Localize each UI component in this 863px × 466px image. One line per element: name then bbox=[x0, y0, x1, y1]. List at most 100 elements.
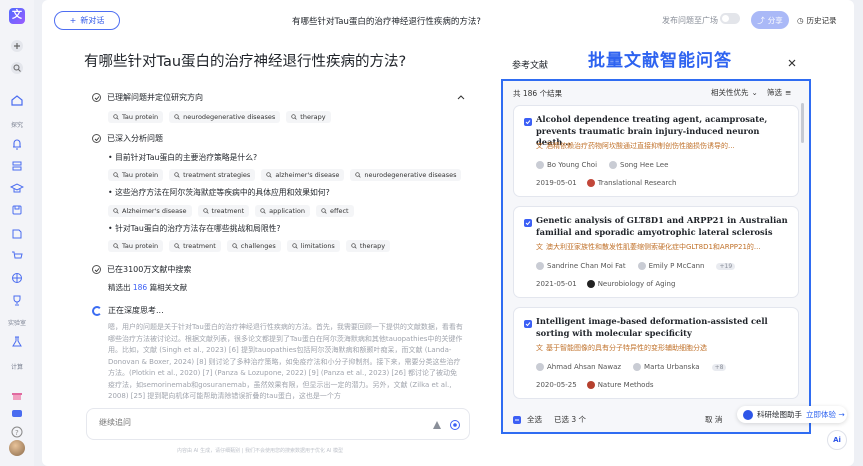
author-name: Emily P McCann bbox=[648, 262, 705, 270]
graduation-icon[interactable] bbox=[9, 180, 25, 196]
keyword-tag[interactable]: challenges bbox=[226, 240, 281, 252]
tag-text: challenges bbox=[240, 242, 276, 250]
keyword-tag[interactable]: treatment bbox=[169, 240, 221, 252]
cart-icon[interactable] bbox=[9, 248, 25, 264]
avatar[interactable] bbox=[9, 440, 25, 456]
globe-icon[interactable] bbox=[9, 270, 25, 286]
tag-text: limitations bbox=[300, 242, 335, 250]
drawing-assistant-popup[interactable]: 科研绘图助手 立即体验 → bbox=[737, 406, 847, 423]
keyword-tag[interactable]: neurodegenerative diseases bbox=[350, 169, 462, 181]
tag-text: Tau protein bbox=[122, 171, 159, 179]
cancel-button[interactable]: 取 消 bbox=[705, 414, 722, 425]
try-now-link[interactable]: 立即体验 → bbox=[806, 409, 845, 420]
more-authors-badge[interactable]: +8 bbox=[711, 363, 727, 371]
translation-text: 澳大利亚家族性和散发性肌萎缩侧索硬化症中GLT8D1和ARPP21的... bbox=[546, 243, 761, 251]
keyword-tag[interactable]: Tau protein bbox=[108, 169, 164, 181]
ai-assistant-button[interactable]: Ai bbox=[827, 430, 847, 450]
pub-date: 2019-05-01 bbox=[536, 179, 577, 187]
checkbox[interactable] bbox=[524, 118, 532, 126]
flask-icon[interactable] bbox=[9, 334, 25, 350]
author-name: Ahmad Ahsan Nawaz bbox=[547, 363, 622, 371]
selected-count: 精选出 186 篇相关文献 bbox=[108, 282, 187, 293]
stat-number[interactable]: 186 bbox=[133, 283, 147, 292]
tag-text: application bbox=[269, 207, 305, 215]
followup-input[interactable] bbox=[99, 418, 399, 427]
step-searched: 已在3100万文献中搜索 bbox=[92, 264, 191, 275]
checkbox[interactable] bbox=[524, 219, 532, 227]
tag-text: Tau protein bbox=[122, 113, 159, 121]
filter-button[interactable]: 筛选 ≡ bbox=[767, 87, 791, 98]
share-button[interactable]: ⤴ 分享 bbox=[751, 11, 789, 29]
reference-title[interactable]: Intelligent image-based deformation-assi… bbox=[536, 316, 788, 339]
tag-text: effect bbox=[330, 207, 349, 215]
references-panel: 共 186 个结果 相关性优先 ⌄ 筛选 ≡ Alcohol dependenc… bbox=[501, 79, 811, 434]
user-icon bbox=[633, 363, 642, 371]
stat-prefix: 精选出 bbox=[108, 283, 131, 292]
select-all-checkbox[interactable] bbox=[513, 415, 521, 424]
user-icon bbox=[609, 161, 618, 169]
author-name: Bo Young Choi bbox=[547, 161, 598, 169]
keyword-tag[interactable]: treatment bbox=[197, 205, 250, 217]
search-icon[interactable] bbox=[9, 60, 25, 76]
keyword-tag[interactable]: treatment strategies bbox=[169, 169, 256, 181]
target-icon[interactable] bbox=[449, 419, 461, 431]
keyword-tag[interactable]: therapy bbox=[286, 111, 331, 123]
rail-label-lab: 实验室 bbox=[7, 320, 26, 327]
save-icon[interactable] bbox=[9, 202, 25, 218]
book-icon[interactable] bbox=[9, 226, 25, 242]
translate-icon: 文 bbox=[536, 344, 543, 352]
keyword-tag[interactable]: alzheimer's disease bbox=[261, 169, 345, 181]
step-label: 已在3100万文献中搜索 bbox=[107, 265, 192, 274]
help-icon[interactable]: ? bbox=[9, 424, 25, 440]
meta-row: 2020-05-25 Nature Methods bbox=[536, 381, 654, 389]
keyword-tag[interactable]: limitations bbox=[286, 240, 340, 252]
journal-name: Translational Research bbox=[597, 179, 677, 187]
reference-card[interactable]: Genetic analysis of GLT8D1 and ARPP21 in… bbox=[513, 206, 799, 298]
app-logo[interactable]: 文 bbox=[9, 8, 25, 24]
result-count: 共 186 个结果 bbox=[513, 89, 563, 98]
keyword-tag[interactable]: therapy bbox=[345, 240, 391, 252]
keyword-tag[interactable]: Tau protein bbox=[108, 111, 164, 123]
trophy-icon[interactable] bbox=[9, 292, 25, 308]
svg-text:?: ? bbox=[15, 429, 19, 437]
more-authors-badge[interactable]: +19 bbox=[716, 262, 736, 270]
reference-card[interactable]: Alcohol dependence treating agent, acamp… bbox=[513, 105, 799, 197]
gift-icon[interactable] bbox=[9, 388, 25, 404]
chat-icon[interactable] bbox=[9, 406, 25, 422]
plus-icon: + bbox=[69, 16, 77, 25]
sort-dropdown[interactable]: 相关性优先 ⌄ bbox=[711, 87, 758, 98]
user-icon bbox=[637, 262, 646, 270]
keyword-tag[interactable]: effect bbox=[316, 205, 354, 217]
share-icon: ⤴ bbox=[757, 15, 765, 25]
bell-icon[interactable] bbox=[9, 136, 25, 152]
keyword-tag[interactable]: Alzheimer's disease bbox=[108, 205, 192, 217]
journal-icon bbox=[586, 179, 595, 187]
reference-card[interactable]: Intelligent image-based deformation-assi… bbox=[513, 307, 799, 399]
publish-toggle[interactable] bbox=[720, 13, 740, 24]
translation-text: 基于智能图像的具有分子特异性的变形辅助细胞分选 bbox=[546, 344, 707, 352]
history-button[interactable]: ◷ 历史记录 bbox=[797, 15, 837, 26]
author-row: Bo Young Choi Song Hee Lee bbox=[536, 161, 668, 169]
assistant-label: 科研绘图助手 bbox=[757, 410, 802, 419]
checkbox[interactable] bbox=[524, 320, 532, 328]
select-all-label[interactable]: 全选 bbox=[527, 414, 542, 425]
chevron-up-icon[interactable] bbox=[456, 93, 466, 103]
keyword-tag[interactable]: neurodegenerative diseases bbox=[169, 111, 281, 123]
author-name: Sandrine Chan Moi Fat bbox=[547, 262, 626, 270]
home-icon[interactable] bbox=[9, 92, 25, 108]
close-icon[interactable] bbox=[787, 58, 797, 68]
thinking-text: 嗯，用户的问题是关于针对Tau蛋白的治疗神经退行性疾病的方法。首先，我需要回顾一… bbox=[108, 323, 463, 400]
journal-icon bbox=[586, 280, 595, 288]
disclaimer: 内容由 AI 生成，请仔细甄别 | 我们不会使用您的搜索数据用于优化 AI 模型 bbox=[177, 448, 344, 454]
plus-icon[interactable] bbox=[9, 38, 25, 54]
new-chat-button[interactable]: + 新对话 bbox=[54, 11, 120, 30]
keyword-tag[interactable]: application bbox=[255, 205, 310, 217]
user-icon bbox=[536, 363, 544, 371]
keyword-tag[interactable]: Tau protein bbox=[108, 240, 164, 252]
user-icon bbox=[536, 161, 544, 169]
translation-line: 文基于智能图像的具有分子特异性的变形辅助细胞分选 bbox=[536, 343, 788, 353]
layers-icon[interactable] bbox=[9, 158, 25, 174]
triangle-icon[interactable] bbox=[431, 419, 443, 431]
reference-title[interactable]: Genetic analysis of GLT8D1 and ARPP21 in… bbox=[536, 215, 788, 238]
tag-text: treatment bbox=[183, 242, 216, 250]
